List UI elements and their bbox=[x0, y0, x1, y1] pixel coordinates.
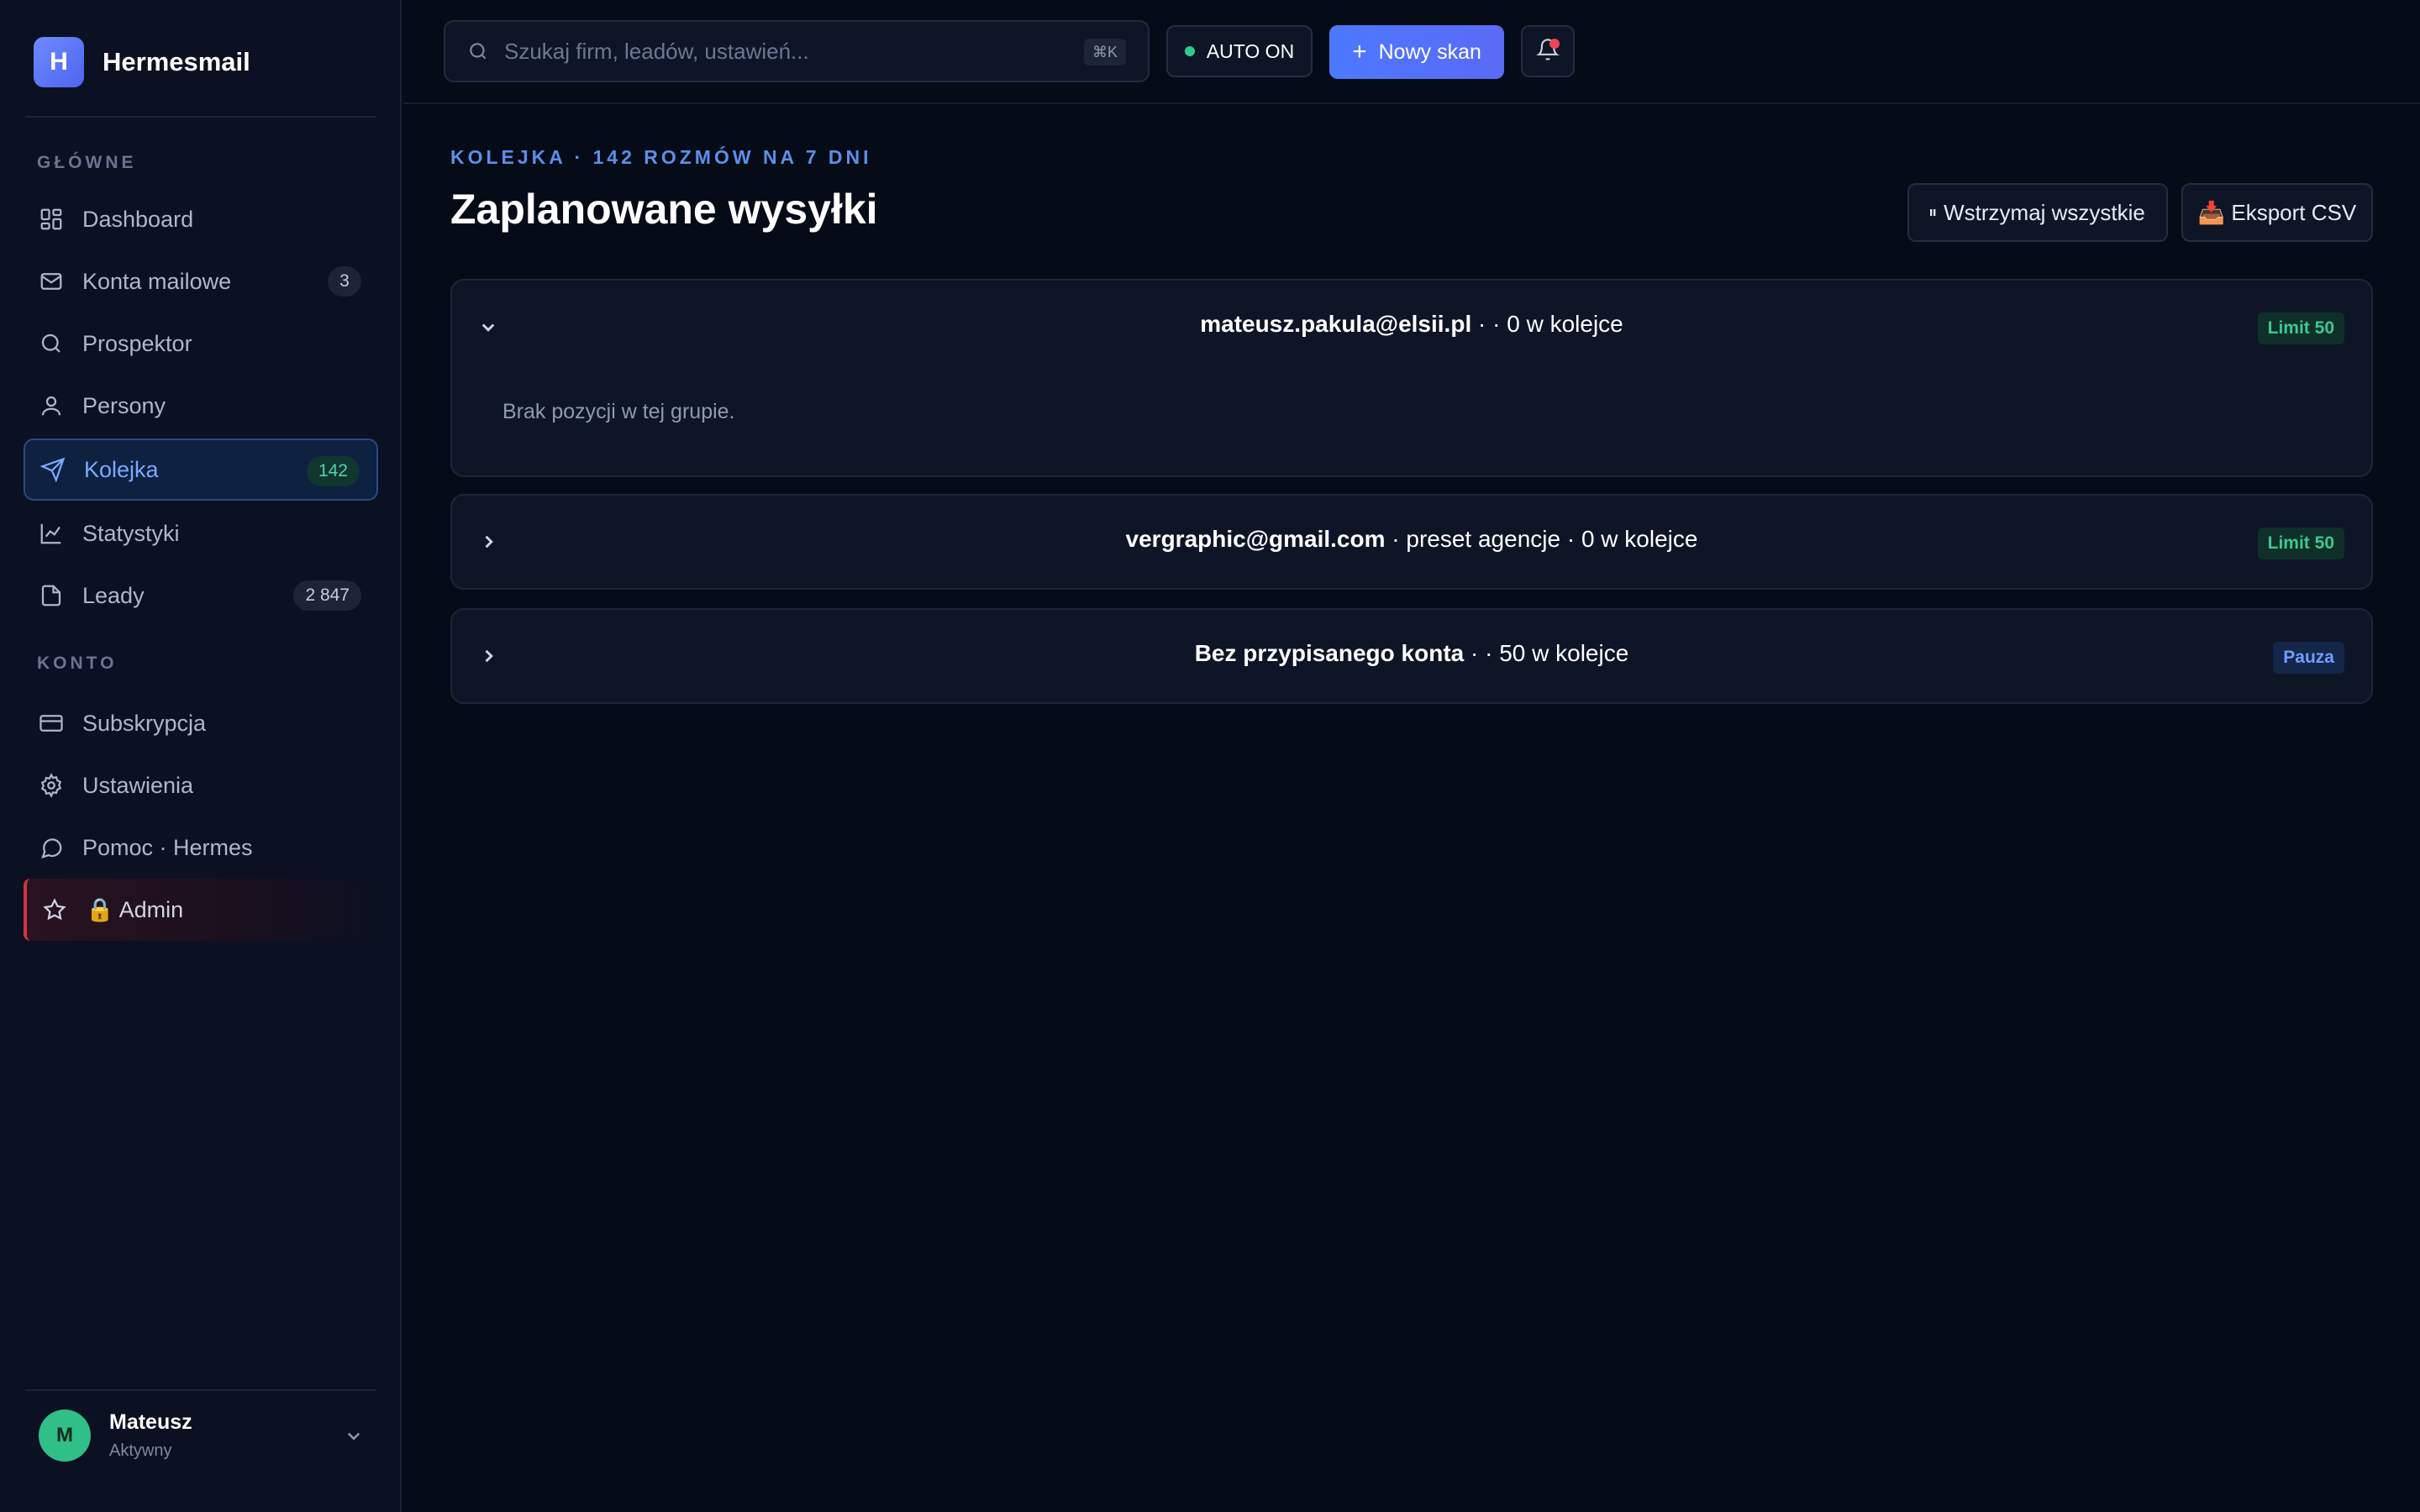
pause-all-button[interactable]: Wstrzymaj wszystkie bbox=[1907, 183, 2168, 242]
brand[interactable]: H Hermesmail bbox=[34, 37, 250, 87]
page-eyebrow: KOLEJKA · 142 ROZMÓW NA 7 DNI bbox=[450, 146, 872, 168]
sidebar-item-label: Pomoc · Hermes bbox=[82, 834, 253, 860]
sidebar-item-label: Leady bbox=[82, 582, 145, 608]
sidebar-item-admin[interactable]: 🔒 Admin bbox=[24, 879, 378, 941]
file-icon bbox=[39, 583, 64, 608]
empty-state-text: Brak pozycji w tej grupie. bbox=[502, 400, 735, 423]
sidebar-item-label: Prospektor bbox=[82, 330, 192, 356]
new-scan-button[interactable]: + Nowy skan bbox=[1329, 25, 1504, 79]
queue-group: vergraphic@gmail.com · preset agencje · … bbox=[450, 494, 2373, 590]
notification-dot bbox=[1549, 39, 1560, 49]
count-badge: 2 847 bbox=[293, 580, 361, 611]
pause-all-label: Wstrzymaj wszystkie bbox=[1944, 199, 2145, 225]
sidebar-item-subscription[interactable]: Subskrypcja bbox=[24, 692, 378, 754]
divider bbox=[25, 1389, 376, 1391]
page-title: Zaplanowane wysyłki bbox=[450, 186, 878, 233]
sidebar-item-label: Konta mailowe bbox=[82, 268, 232, 294]
export-csv-button[interactable]: 📥 Eksport CSV bbox=[2181, 183, 2373, 242]
card-icon bbox=[39, 711, 64, 736]
status-dot bbox=[1184, 46, 1195, 56]
count-badge: 3 bbox=[328, 266, 361, 297]
new-scan-label: Nowy skan bbox=[1378, 39, 1481, 64]
grid-icon bbox=[39, 207, 64, 232]
star-icon bbox=[42, 897, 67, 922]
user-menu[interactable]: M Mateusz Aktywny bbox=[39, 1410, 366, 1462]
limit-badge: Limit 50 bbox=[2257, 528, 2344, 559]
sidebar-item-leads[interactable]: Leady 2 847 bbox=[24, 564, 378, 627]
user-status: Aktywny bbox=[109, 1441, 172, 1460]
group-meta: · preset agencje · 0 w kolejce bbox=[1385, 526, 1698, 552]
chart-icon bbox=[39, 521, 64, 546]
queue-group: mateusz.pakula@elsii.pl · · 0 w kolejce … bbox=[450, 279, 2373, 477]
sidebar-item-personas[interactable]: Persony bbox=[24, 375, 378, 437]
group-header[interactable]: mateusz.pakula@elsii.pl · · 0 w kolejce … bbox=[452, 281, 2371, 375]
mail-icon bbox=[39, 269, 64, 294]
export-csv-label: 📥 Eksport CSV bbox=[2197, 199, 2357, 225]
brand-name: Hermesmail bbox=[103, 47, 250, 76]
group-account: Bez przypisanego konta bbox=[1194, 640, 1465, 666]
sidebar-item-label: 🔒 Admin bbox=[86, 897, 184, 922]
sidebar-item-queue[interactable]: Kolejka 142 bbox=[24, 438, 378, 501]
sidebar-item-prospector[interactable]: Prospektor bbox=[24, 312, 378, 375]
section-label-account: KONTO bbox=[37, 654, 118, 673]
plus-icon: + bbox=[1352, 38, 1367, 66]
group-title: Bez przypisanego konta · · 50 w kolejce bbox=[452, 640, 2371, 667]
user-name: Mateusz bbox=[109, 1410, 192, 1434]
group-title: mateusz.pakula@elsii.pl · · 0 w kolejce bbox=[452, 311, 2371, 338]
divider bbox=[25, 116, 376, 118]
queue-group: Bez przypisanego konta · · 50 w kolejce … bbox=[450, 608, 2373, 704]
pause-icon bbox=[1930, 202, 1937, 223]
send-icon bbox=[40, 457, 66, 482]
search-icon bbox=[467, 40, 489, 62]
limit-badge: Limit 50 bbox=[2257, 312, 2344, 344]
sidebar-item-statistics[interactable]: Statystyki bbox=[24, 502, 378, 564]
sidebar: H Hermesmail GŁÓWNE Dashboard Konta mail… bbox=[0, 0, 402, 1512]
auto-toggle-button[interactable]: AUTO ON bbox=[1166, 25, 1313, 77]
user-icon bbox=[39, 393, 64, 418]
sidebar-item-settings[interactable]: Ustawienia bbox=[24, 754, 378, 816]
sidebar-item-label: Kolejka bbox=[84, 456, 159, 482]
sidebar-item-label: Subskrypcja bbox=[82, 710, 207, 736]
group-meta: · · 50 w kolejce bbox=[1464, 640, 1629, 666]
gear-icon bbox=[39, 773, 64, 798]
search-icon bbox=[39, 331, 64, 356]
group-title: vergraphic@gmail.com · preset agencje · … bbox=[452, 526, 2371, 553]
group-header[interactable]: Bez przypisanego konta · · 50 w kolejce … bbox=[452, 610, 2371, 704]
search-input[interactable]: Szukaj firm, leadów, ustawień... ⌘K bbox=[444, 20, 1150, 82]
sidebar-item-label: Dashboard bbox=[82, 206, 194, 232]
topbar: Szukaj firm, leadów, ustawień... ⌘K AUTO… bbox=[403, 0, 2420, 104]
notifications-button[interactable] bbox=[1521, 25, 1575, 77]
section-label-main: GŁÓWNE bbox=[37, 153, 137, 172]
sidebar-item-mail-accounts[interactable]: Konta mailowe 3 bbox=[24, 250, 378, 312]
shortcut-hint: ⌘K bbox=[1083, 39, 1126, 66]
chevron-down-icon[interactable] bbox=[341, 1423, 366, 1448]
group-account: mateusz.pakula@elsii.pl bbox=[1200, 311, 1472, 337]
auto-label: AUTO ON bbox=[1206, 39, 1295, 62]
group-account: vergraphic@gmail.com bbox=[1125, 526, 1386, 552]
group-meta: · · 0 w kolejce bbox=[1471, 311, 1623, 337]
avatar: M bbox=[39, 1410, 91, 1462]
sidebar-item-dashboard[interactable]: Dashboard bbox=[24, 188, 378, 250]
sidebar-item-label: Statystyki bbox=[82, 520, 180, 546]
search-placeholder: Szukaj firm, leadów, ustawień... bbox=[504, 38, 809, 64]
count-badge: 142 bbox=[306, 456, 360, 486]
sidebar-item-label: Persony bbox=[82, 392, 166, 418]
group-header[interactable]: vergraphic@gmail.com · preset agencje · … bbox=[452, 496, 2371, 590]
sidebar-item-help[interactable]: Pomoc · Hermes bbox=[24, 816, 378, 879]
brand-logo: H bbox=[34, 37, 84, 87]
sidebar-item-label: Ustawienia bbox=[82, 772, 194, 798]
pause-badge: Pauza bbox=[2273, 642, 2344, 674]
chat-icon bbox=[39, 835, 64, 860]
